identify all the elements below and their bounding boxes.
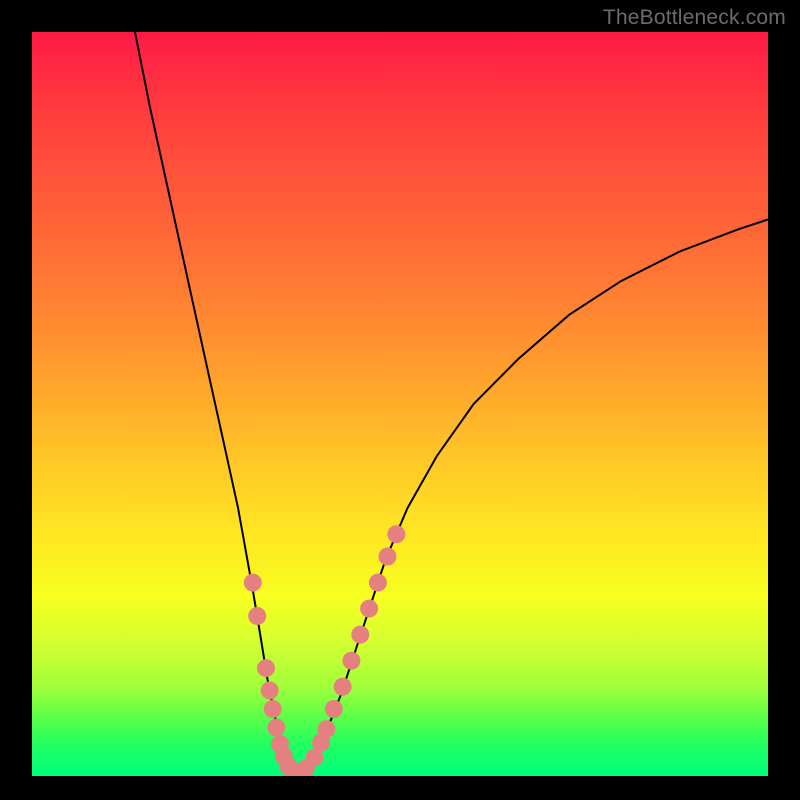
highlight-dot [379, 548, 397, 566]
highlight-markers [244, 525, 405, 776]
watermark-label: TheBottleneck.com [603, 6, 786, 30]
highlight-dot [257, 659, 275, 677]
highlight-dot [342, 652, 360, 670]
highlight-dot [360, 600, 378, 618]
chart-overlay [32, 32, 768, 776]
curve-group [135, 32, 768, 773]
chart-frame: TheBottleneck.com [0, 0, 800, 800]
curve-left-branch [135, 32, 297, 773]
highlight-dot [248, 607, 266, 625]
highlight-dot [261, 681, 279, 699]
highlight-dot [244, 574, 262, 592]
highlight-dot [317, 720, 335, 738]
highlight-dot [387, 525, 405, 543]
highlight-dot [351, 626, 369, 644]
highlight-dot [264, 700, 282, 718]
highlight-dot [267, 719, 285, 737]
highlight-dot [325, 700, 343, 718]
highlight-dot [369, 574, 387, 592]
curve-right-branch [297, 220, 768, 774]
highlight-dot [334, 678, 352, 696]
